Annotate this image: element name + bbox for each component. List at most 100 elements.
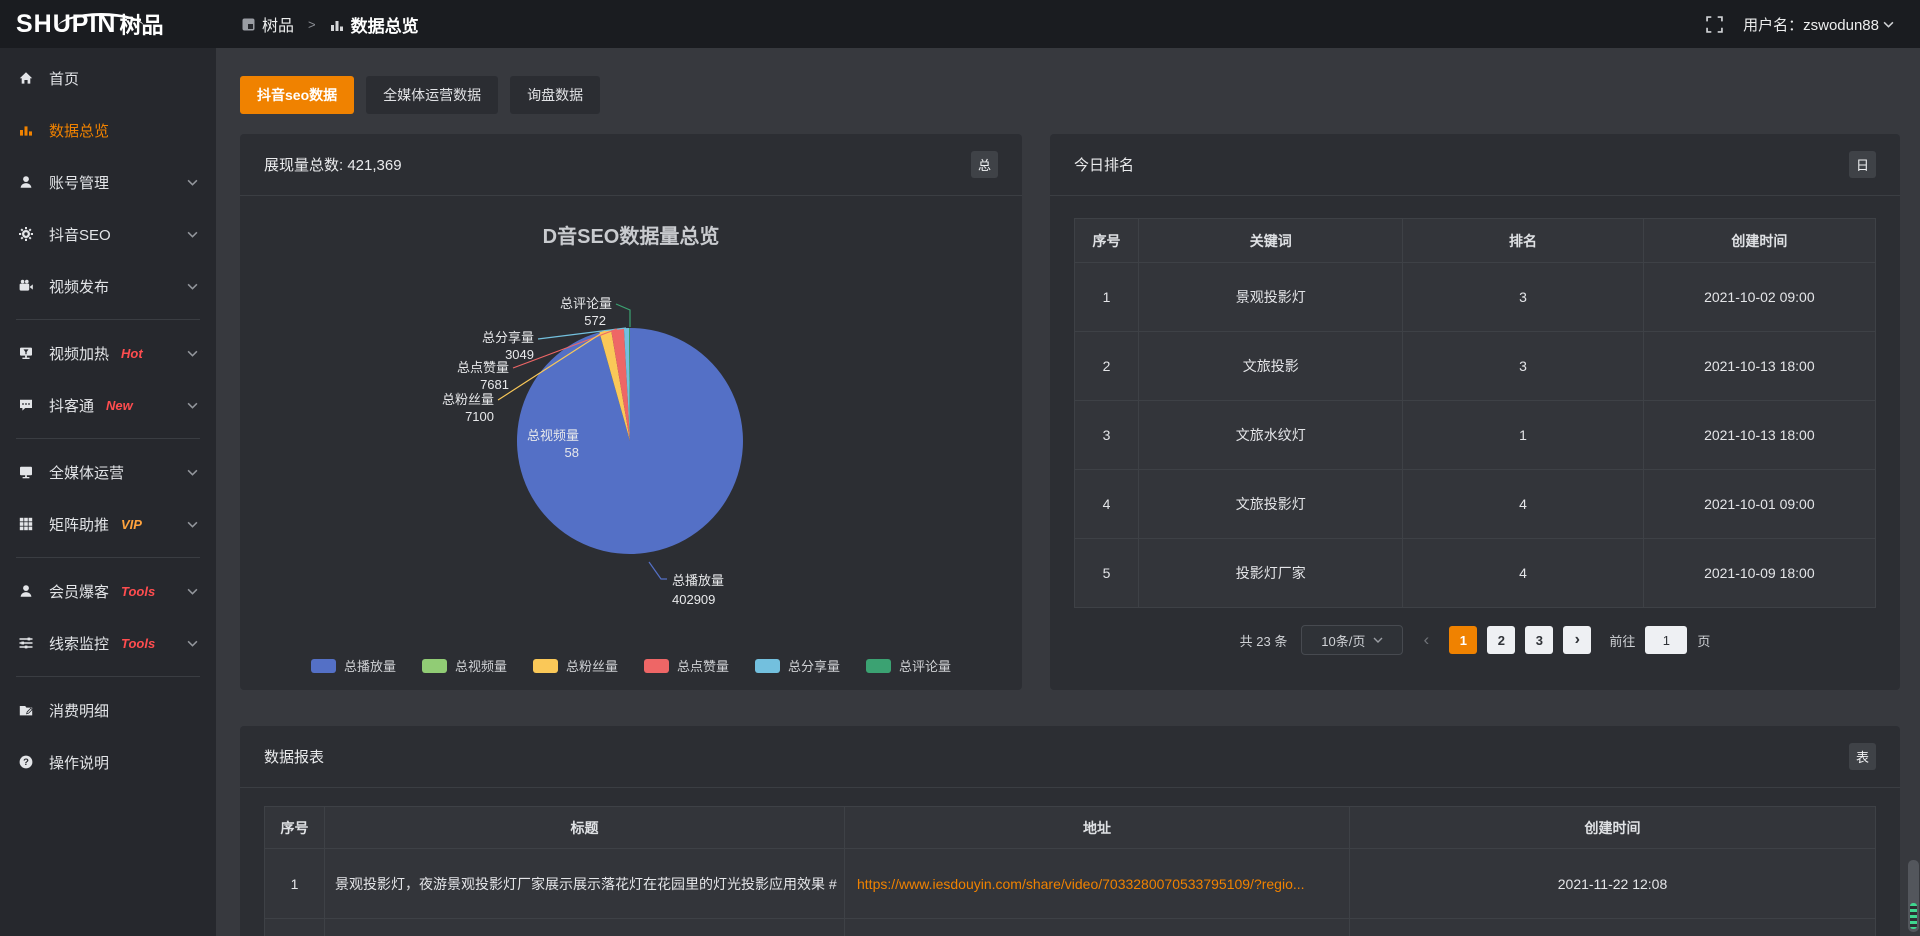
page-size-select[interactable]: 10条/页 (1301, 625, 1403, 655)
sidebar-item-label: 操作说明 (49, 752, 109, 773)
page-button-2[interactable]: 2 (1487, 626, 1515, 654)
video-camera-icon (18, 278, 36, 294)
chevron-down-icon (187, 521, 198, 528)
wallet-pen-icon (18, 702, 36, 718)
legend-label: 总分享量 (788, 656, 840, 675)
overview-panel: 展现量总数: 421,369 总 D音SEO数据量总览 总评论量 572 (240, 134, 1022, 690)
table-badge-button[interactable]: 表 (1849, 743, 1876, 770)
table-row: 1 景观投影灯 3 2021-10-02 09:00 (1075, 263, 1876, 332)
sidebar-item-label: 矩阵助推 (49, 514, 109, 535)
cell-created: 2021-10-13 18:00 (1643, 401, 1875, 470)
legend-item-videos[interactable]: 总视频量 (422, 656, 507, 675)
pie-value-videos: 58 (565, 445, 579, 460)
cell-keyword: 文旅投影灯 (1139, 470, 1403, 539)
chevron-down-icon (187, 283, 198, 290)
sliders-icon (18, 635, 36, 651)
vip-badge: VIP (121, 517, 142, 532)
page-size-value: 10条/页 (1321, 631, 1365, 650)
col-created: 创建时间 (1643, 219, 1875, 263)
cell-keyword: 文旅投影 (1139, 332, 1403, 401)
sidebar-item-clue-monitor[interactable]: 线索监控 Tools (0, 617, 216, 669)
pie-chart-svg: 总评论量 572 总分享量 3049 总点赞量 7681 总粉丝量 7100 总… (240, 196, 1022, 626)
sidebar-item-home[interactable]: 首页 (0, 52, 216, 104)
pie-value-likes: 7681 (480, 377, 509, 392)
sidebar-item-matrix-boost[interactable]: 矩阵助推 VIP (0, 498, 216, 550)
page-button-1[interactable]: 1 (1449, 626, 1477, 654)
total-badge-button[interactable]: 总 (971, 151, 998, 178)
pie-label-fans: 总粉丝量 (442, 392, 494, 407)
sidebar-item-label: 消费明细 (49, 700, 109, 721)
screen-funnel-icon (18, 345, 36, 361)
chevron-down-icon (187, 588, 198, 595)
col-seq: 序号 (1075, 219, 1139, 263)
fullscreen-icon[interactable] (1706, 16, 1723, 33)
sidebar-item-doukedong[interactable]: 抖客通 New (0, 379, 216, 431)
username-label: 用户名：zswodun88 (1743, 14, 1879, 35)
cell-created: 2021-10-02 09:00 (1643, 263, 1875, 332)
day-badge-button[interactable]: 日 (1849, 151, 1876, 178)
sidebar-item-douyin-seo[interactable]: 抖音SEO (0, 208, 216, 260)
sidebar-item-label: 首页 (49, 68, 79, 89)
cell-rank: 3 (1403, 332, 1643, 401)
sidebar-item-instructions[interactable]: ? 操作说明 (0, 736, 216, 788)
app-logo: SHUPIN 树品 (0, 12, 216, 37)
tab-inquiry-data[interactable]: 询盘数据 (510, 76, 600, 114)
report-table: 序号 标题 地址 创建时间 1 景观投影灯，夜游景观投影灯厂家展示展示落花灯在花… (264, 806, 1876, 936)
prev-page-button[interactable]: ‹ (1413, 626, 1439, 654)
legend-item-comments[interactable]: 总评论量 (866, 656, 951, 675)
legend-item-fans[interactable]: 总粉丝量 (533, 656, 618, 675)
sidebar-divider (16, 676, 200, 677)
sidebar-item-video-heat[interactable]: 视频加热 Hot (0, 327, 216, 379)
cell-seq: 2 (1075, 332, 1139, 401)
tools-badge: Tools (121, 584, 155, 599)
cell-keyword: 文旅水纹灯 (1139, 401, 1403, 470)
goto-page-input[interactable] (1645, 626, 1687, 654)
chevron-down-icon (187, 179, 198, 186)
chevron-down-icon (187, 350, 198, 357)
sidebar-item-data-overview[interactable]: 数据总览 (0, 104, 216, 156)
sidebar-item-video-publish[interactable]: 视频发布 (0, 260, 216, 312)
legend-swatch (866, 659, 891, 673)
cell-seq: 5 (1075, 539, 1139, 608)
scrollbar-thumb[interactable] (1910, 903, 1917, 929)
sidebar-item-label: 抖音SEO (49, 224, 111, 245)
grid-icon (18, 516, 36, 532)
app-square-icon (242, 18, 255, 31)
tab-douyin-seo-data[interactable]: 抖音seo数据 (240, 76, 354, 114)
cell-keyword: 投影灯厂家 (1139, 539, 1403, 608)
sidebar-item-label: 会员爆客 (49, 581, 109, 602)
legend-item-shares[interactable]: 总分享量 (755, 656, 840, 675)
svg-text:?: ? (23, 757, 29, 768)
scrollbar[interactable] (1908, 860, 1919, 932)
tab-media-operation-data[interactable]: 全媒体运营数据 (366, 76, 498, 114)
cell-created: 2021-10-13 18:00 (1643, 332, 1875, 401)
cell-title: 景观投影灯，夜游景观投影灯厂家展示展示落花灯在花园里的灯光投影应用效果 # (325, 849, 845, 919)
legend-item-plays[interactable]: 总播放量 (311, 656, 396, 675)
gear-icon (18, 226, 36, 242)
sidebar-item-label: 账号管理 (49, 172, 109, 193)
video-link[interactable]: https://www.iesdouyin.com/share/video/70… (857, 876, 1305, 892)
cell-seq: 1 (1075, 263, 1139, 332)
page-button-3[interactable]: 3 (1525, 626, 1553, 654)
pagination: 共 23 条 10条/页 ‹ 1 2 3 › 前往 页 (1050, 625, 1900, 655)
chevron-down-icon (187, 231, 198, 238)
cell-rank: 3 (1403, 263, 1643, 332)
sidebar-item-expense-detail[interactable]: 消费明细 (0, 684, 216, 736)
col-title: 标题 (325, 807, 845, 849)
legend-label: 总视频量 (455, 656, 507, 675)
sidebar-item-media-operation[interactable]: 全媒体运营 (0, 446, 216, 498)
table-row: 3 文旅水纹灯 1 2021-10-13 18:00 (1075, 401, 1876, 470)
monitor-icon (18, 464, 36, 480)
rank-panel: 今日排名 日 序号 关键词 排名 创建时间 1 景观投影灯 3 (1050, 134, 1900, 690)
username-dropdown[interactable]: 用户名：zswodun88 (1743, 14, 1894, 35)
legend-item-likes[interactable]: 总点赞量 (644, 656, 729, 675)
sidebar-item-label: 抖客通 (49, 395, 94, 416)
sidebar-item-accounts[interactable]: 账号管理 (0, 156, 216, 208)
breadcrumb-root[interactable]: 树品 (262, 12, 294, 36)
sidebar-item-member-tools[interactable]: 会员爆客 Tools (0, 565, 216, 617)
chart-legend: 总播放量 总视频量 总粉丝量 总点赞量 总分享量 总评论量 (240, 656, 1022, 675)
col-seq: 序号 (265, 807, 325, 849)
next-page-button[interactable]: › (1563, 626, 1591, 654)
legend-label: 总粉丝量 (566, 656, 618, 675)
cell-keyword: 景观投影灯 (1139, 263, 1403, 332)
